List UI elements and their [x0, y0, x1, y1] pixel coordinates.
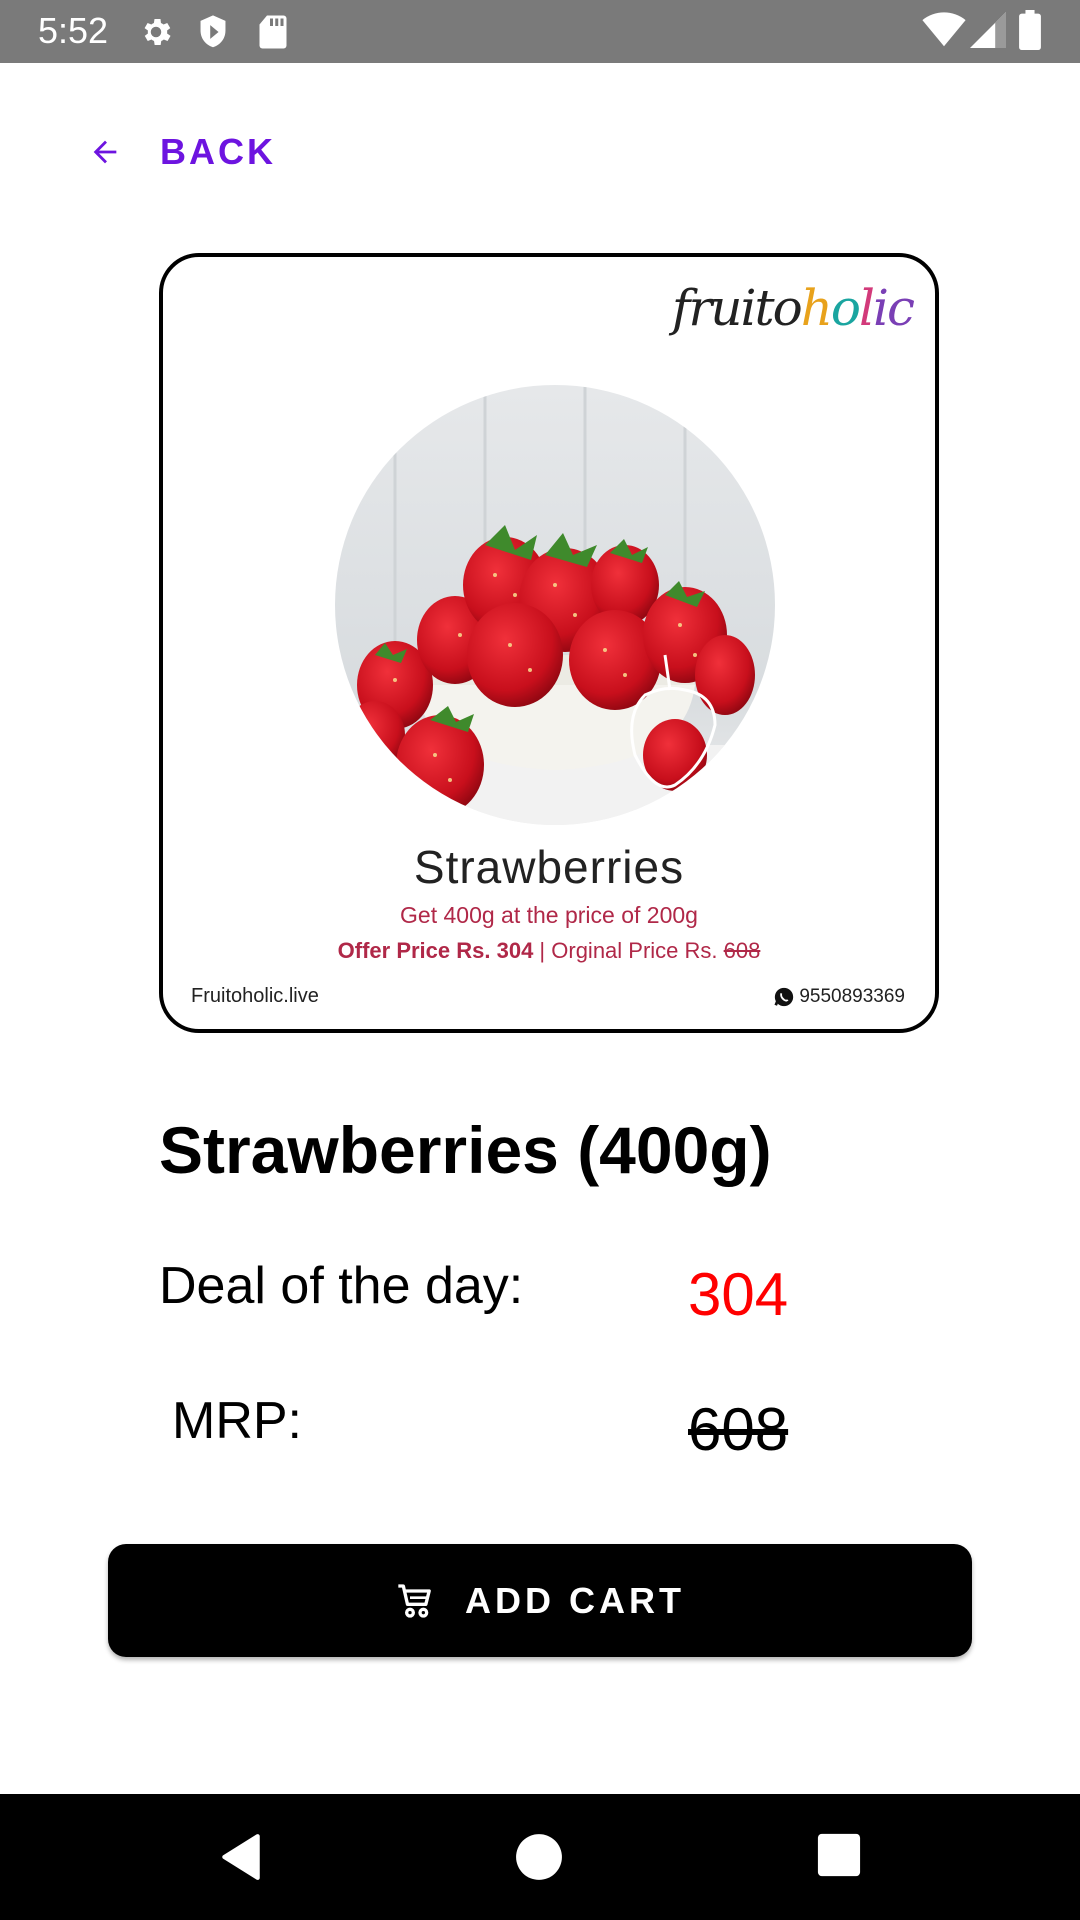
battery-icon [1019, 10, 1041, 50]
product-name: Strawberries (400g) [159, 1113, 772, 1187]
brand-logo-part: fruito [671, 279, 803, 337]
card-promo-text: Get 400g at the price of 200g [400, 902, 698, 928]
home-circle-icon[interactable] [514, 1832, 564, 1882]
card-phone: 9550893369 [773, 986, 905, 1008]
back-triangle-icon[interactable] [216, 1832, 266, 1882]
card-offer-separator: | Orginal Price Rs. [533, 938, 724, 963]
brand-logo-part: ic [873, 279, 915, 337]
back-label: BACK [160, 131, 276, 172]
status-time: 5:52 [38, 10, 109, 51]
add-cart-button[interactable]: ADD CART [108, 1544, 972, 1657]
sd-card-icon [259, 15, 287, 49]
status-bar: 5:52 [0, 0, 1080, 63]
deal-price: 304 [688, 1261, 789, 1328]
strawberry-photo [335, 385, 775, 825]
card-offer-text: Offer Price Rs. 304 | Orginal Price Rs. … [163, 938, 935, 964]
mrp-price: 608 [688, 1396, 789, 1463]
card-original-price: 608 [723, 938, 761, 963]
brand-logo-part: l [859, 279, 875, 337]
brand-logo-part: h [800, 279, 833, 337]
product-image-card: fruitoholic Strawberries Get 400g at the… [159, 253, 939, 1033]
mrp-label: MRP: [172, 1392, 302, 1450]
brand-logo-part: o [830, 279, 861, 337]
wifi-icon [922, 12, 966, 47]
card-phone-number: 9550893369 [799, 986, 905, 1007]
arrow-left-icon [93, 140, 117, 164]
shield-icon [200, 15, 226, 48]
brand-logo: fruitoholic [671, 279, 915, 337]
card-title: Strawberries [413, 841, 685, 893]
card-offer-price: Offer Price Rs. 304 [337, 938, 534, 963]
system-nav-bar [0, 1794, 1080, 1920]
deal-label: Deal of the day: [159, 1257, 524, 1315]
back-button[interactable]: BACK [88, 126, 276, 178]
signal-icon [970, 12, 1006, 48]
recents-square-icon[interactable] [816, 1832, 862, 1878]
whatsapp-icon [774, 987, 794, 1007]
add-cart-label: ADD CART [465, 1579, 685, 1621]
card-website: Fruitoholic.live [191, 985, 319, 1007]
shopping-cart-icon [398, 1583, 431, 1618]
gear-icon [144, 18, 171, 46]
